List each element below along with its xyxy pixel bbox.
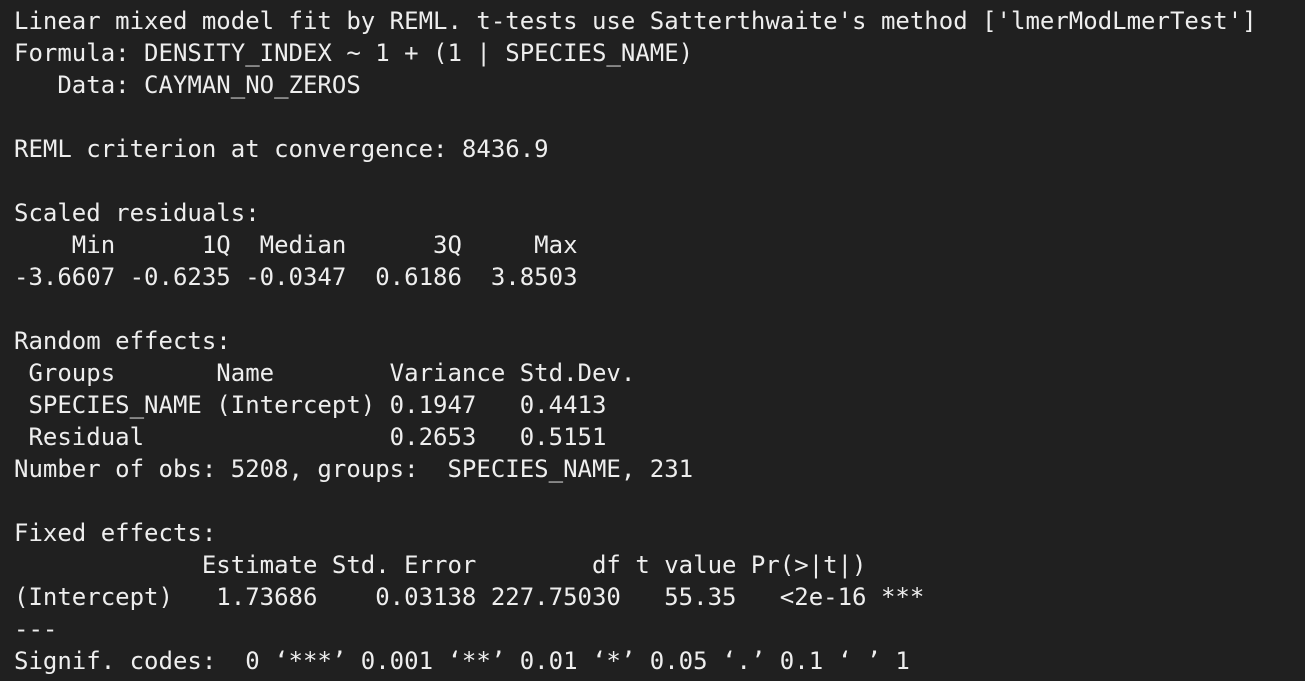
random-effects-residual-row: Residual 0.2653 0.5151 bbox=[14, 423, 636, 451]
residuals-values-row: -3.6607 -0.6235 -0.0347 0.6186 3.8503 bbox=[14, 263, 592, 291]
separator-line: --- bbox=[14, 615, 58, 643]
fixed-effects-intercept-row: (Intercept) 1.73686 0.03138 227.75030 55… bbox=[14, 583, 925, 611]
reml-criterion-line: REML criterion at convergence: 8436.9 bbox=[14, 135, 549, 163]
random-effects-species-row: SPECIES_NAME (Intercept) 0.1947 0.4413 bbox=[14, 391, 636, 419]
scaled-residuals-heading: Scaled residuals: bbox=[14, 199, 260, 227]
random-effects-heading: Random effects: bbox=[14, 327, 231, 355]
console-output: Linear mixed model fit by REML. t-tests … bbox=[14, 5, 1299, 677]
number-of-obs-line: Number of obs: 5208, groups: SPECIES_NAM… bbox=[14, 455, 694, 483]
model-summary-title: Linear mixed model fit by REML. t-tests … bbox=[14, 7, 1257, 35]
signif-codes-line: Signif. codes: 0 ‘***’ 0.001 ‘**’ 0.01 ‘… bbox=[14, 647, 910, 675]
fixed-effects-heading: Fixed effects: bbox=[14, 519, 217, 547]
formula-line: Formula: DENSITY_INDEX ~ 1 + (1 | SPECIE… bbox=[14, 39, 694, 67]
data-line: Data: CAYMAN_NO_ZEROS bbox=[14, 71, 361, 99]
residuals-header-row: Min 1Q Median 3Q Max bbox=[14, 231, 592, 259]
fixed-effects-header-row: Estimate Std. Error df t value Pr(>|t|) bbox=[14, 551, 925, 579]
random-effects-header-row: Groups Name Variance Std.Dev. bbox=[14, 359, 636, 387]
